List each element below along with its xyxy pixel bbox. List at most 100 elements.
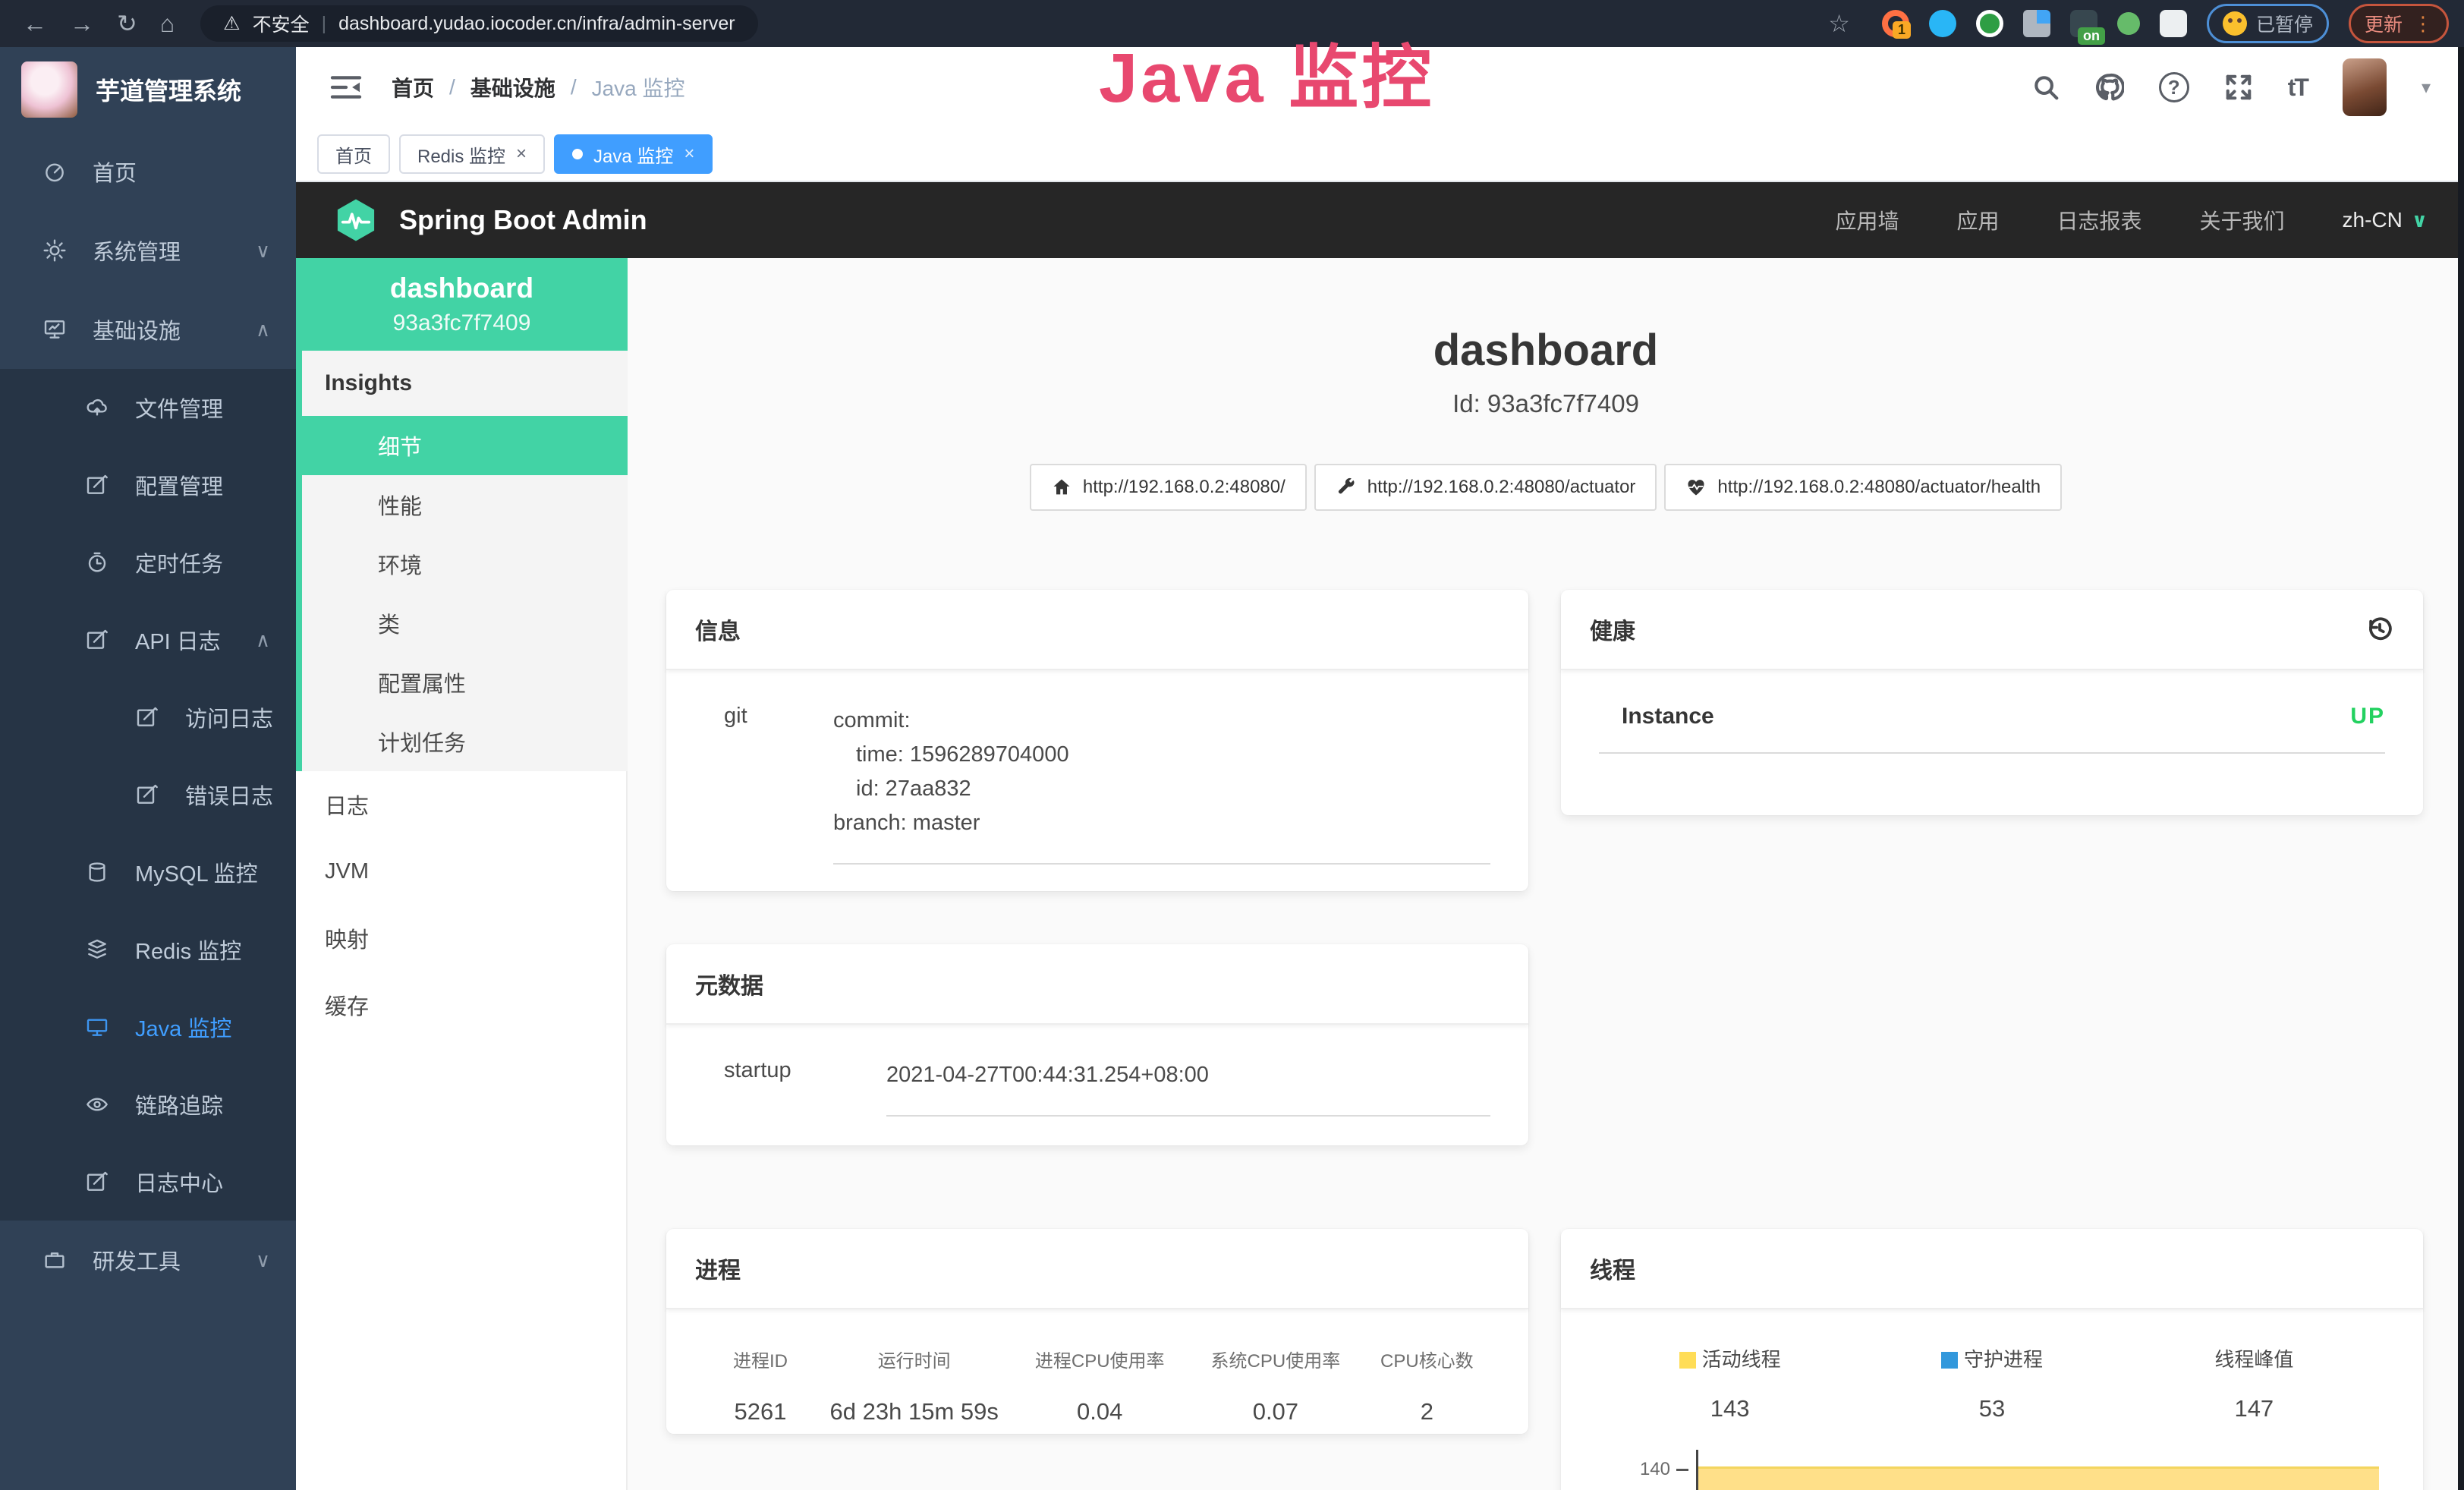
- extension-icon-sprout[interactable]: [2117, 12, 2140, 35]
- tab-label: Java 监控: [593, 141, 673, 168]
- extension-icon-grid[interactable]: [2023, 10, 2050, 37]
- eye-icon: [85, 1092, 109, 1117]
- sidebar-item-error-log[interactable]: 错误日志: [0, 756, 296, 833]
- browser-home-icon[interactable]: ⌂: [160, 11, 175, 36]
- extensions-puzzle-icon[interactable]: [2160, 10, 2187, 37]
- info-key: git: [704, 704, 833, 865]
- sidebar-item-java-monitor[interactable]: Java 监控: [0, 988, 296, 1066]
- health-url: http://192.168.0.2:48080/actuator/health: [1717, 477, 2041, 498]
- cpu-cores: 2: [1364, 1398, 1490, 1425]
- instance-sidebar: dashboard 93a3fc7f7409 Insights 细节 性能 环境…: [296, 258, 628, 1490]
- tab-home[interactable]: 首页: [317, 134, 390, 174]
- insights-group: Insights 细节 性能 环境 类 配置属性 计划任务: [296, 351, 628, 771]
- language-selector[interactable]: zh-CN ∨: [2343, 208, 2428, 232]
- tab-redis-monitor[interactable]: Redis 监控 ×: [399, 134, 545, 174]
- process-card-title: 进程: [695, 1252, 741, 1285]
- sba-body: dashboard 93a3fc7f7409 Insights 细节 性能 环境…: [296, 258, 2464, 1490]
- menu-item-jvm[interactable]: JVM: [296, 838, 628, 905]
- menu-item-mappings[interactable]: 映射: [296, 905, 628, 972]
- menu-item-metrics[interactable]: 性能: [302, 475, 628, 534]
- sidebar-item-label: 研发工具: [93, 1244, 181, 1276]
- sidebar-item-access-log[interactable]: 访问日志: [0, 679, 296, 756]
- process-table-header: 进程ID 运行时间 进程CPU使用率 系统CPU使用率 CPU核心数: [704, 1346, 1490, 1372]
- legend-live: 活动线程 143: [1599, 1344, 1861, 1422]
- menu-item-environment[interactable]: 环境: [302, 534, 628, 594]
- security-label[interactable]: 不安全: [253, 10, 310, 37]
- sidebar-item-infra[interactable]: 基础设施 ∧: [0, 290, 296, 369]
- threads-card-header: 线程: [1561, 1229, 2423, 1309]
- menu-item-logs[interactable]: 日志: [296, 771, 628, 838]
- page-url[interactable]: dashboard.yudao.iocoder.cn/infra/admin-s…: [338, 13, 735, 35]
- sidebar-item-dev-tools[interactable]: 研发工具 ∨: [0, 1221, 296, 1299]
- metadata-card: 元数据 startup 2021-04-27T00:44:31.254+08:0…: [666, 944, 1528, 1145]
- menu-item-scheduled-tasks[interactable]: 计划任务: [302, 712, 628, 771]
- help-icon[interactable]: ?: [2159, 72, 2189, 102]
- sidebar-item-system[interactable]: 系统管理 ∨: [0, 211, 296, 290]
- github-icon[interactable]: [2095, 73, 2124, 102]
- sidebar-item-config-manage[interactable]: 配置管理: [0, 446, 296, 524]
- sidebar-item-redis-monitor[interactable]: Redis 监控: [0, 911, 296, 988]
- paused-badge[interactable]: 已暂停: [2207, 4, 2329, 43]
- update-button[interactable]: 更新 ⋮: [2349, 4, 2449, 43]
- sidebar-logo-row[interactable]: 芋道管理系统: [0, 47, 296, 132]
- sba-link-applications[interactable]: 应用: [1956, 205, 1999, 235]
- font-size-icon[interactable]: tT: [2288, 74, 2308, 102]
- metadata-value-wrap: 2021-04-27T00:44:31.254+08:00: [886, 1058, 1490, 1117]
- browser-reload-icon[interactable]: ↻: [117, 11, 137, 36]
- info-value: commit: time: 1596289704000 id: 27aa832 …: [833, 704, 1490, 865]
- sidebar-item-label: API 日志: [135, 624, 221, 656]
- sidebar-item-home[interactable]: 首页: [0, 132, 296, 211]
- sidebar-item-log-center[interactable]: 日志中心: [0, 1143, 296, 1221]
- tab-java-monitor[interactable]: Java 监控 ×: [554, 134, 713, 174]
- address-bar[interactable]: ⚠ 不安全 | dashboard.yudao.iocoder.cn/infra…: [200, 5, 757, 42]
- sidebar-item-file-manage[interactable]: 文件管理: [0, 369, 296, 446]
- sidebar-item-tracing[interactable]: 链路追踪: [0, 1066, 296, 1143]
- sidebar-item-cron-job[interactable]: 定时任务: [0, 524, 296, 601]
- sba-link-journal[interactable]: 日志报表: [2057, 205, 2142, 235]
- browser-back-icon[interactable]: ←: [23, 11, 47, 36]
- collapse-sidebar-icon[interactable]: [329, 74, 363, 101]
- process-table-values: 5261 6d 23h 15m 59s 0.04 0.07 2: [704, 1375, 1490, 1425]
- breadcrumb-infra[interactable]: 基础设施: [470, 72, 555, 102]
- browser-forward-icon[interactable]: →: [70, 11, 94, 36]
- health-row[interactable]: Instance UP: [1599, 704, 2385, 729]
- y-axis-tick: 140: [1640, 1459, 1670, 1480]
- menu-item-classes[interactable]: 类: [302, 594, 628, 653]
- sba-brand[interactable]: Spring Boot Admin: [332, 197, 647, 244]
- close-icon[interactable]: ×: [684, 143, 694, 165]
- threads-chart: 140 120 100: [1599, 1459, 2385, 1490]
- health-card: 健康 Instance UP: [1561, 590, 2423, 815]
- sidebar-item-api-log[interactable]: API 日志 ∧: [0, 601, 296, 679]
- sidebar-item-label: MySQL 监控: [135, 856, 258, 888]
- menu-item-config-props[interactable]: 配置属性: [302, 653, 628, 712]
- legend-daemon: 守护进程 53: [1861, 1344, 2123, 1422]
- user-avatar[interactable]: [2343, 58, 2387, 116]
- extension-icon-switch[interactable]: on: [2070, 10, 2097, 37]
- sidebar-item-mysql-monitor[interactable]: MySQL 监控: [0, 833, 296, 911]
- info-line: branch: master: [833, 806, 1490, 840]
- extension-icon-orange[interactable]: 1: [1882, 10, 1909, 37]
- health-url-button[interactable]: http://192.168.0.2:48080/actuator/health: [1664, 464, 2062, 511]
- bookmark-star-icon[interactable]: ☆: [1828, 9, 1850, 38]
- actuator-url-button[interactable]: http://192.168.0.2:48080/actuator: [1314, 464, 1657, 511]
- sba-link-about[interactable]: 关于我们: [2200, 205, 2285, 235]
- menu-item-caches[interactable]: 缓存: [296, 972, 628, 1038]
- fullscreen-icon[interactable]: [2224, 73, 2253, 102]
- emoji-face-icon: [2223, 11, 2247, 36]
- close-icon[interactable]: ×: [516, 143, 527, 165]
- service-url-button[interactable]: http://192.168.0.2:48080/: [1030, 464, 1307, 511]
- browser-menu-icon[interactable]: ⋮: [2413, 12, 2433, 36]
- extension-icon-green[interactable]: [1976, 10, 2003, 37]
- cards-area: 信息 git commit: time: 1596289704000 id: 2…: [666, 590, 2423, 1483]
- actuator-url: http://192.168.0.2:48080/actuator: [1367, 477, 1636, 498]
- history-icon[interactable]: [2365, 615, 2394, 644]
- user-menu-caret-icon[interactable]: ▾: [2422, 77, 2431, 99]
- sba-link-wallboard[interactable]: 应用墙: [1835, 205, 1899, 235]
- chevron-down-icon: ∨: [256, 239, 270, 263]
- search-icon[interactable]: [2031, 73, 2060, 102]
- breadcrumb-home[interactable]: 首页: [392, 72, 434, 102]
- process-cpu: 0.04: [1012, 1398, 1188, 1425]
- menu-item-details[interactable]: 细节: [302, 416, 628, 475]
- instance-header[interactable]: dashboard 93a3fc7f7409: [296, 258, 628, 351]
- extension-icon-pin[interactable]: [1929, 10, 1956, 37]
